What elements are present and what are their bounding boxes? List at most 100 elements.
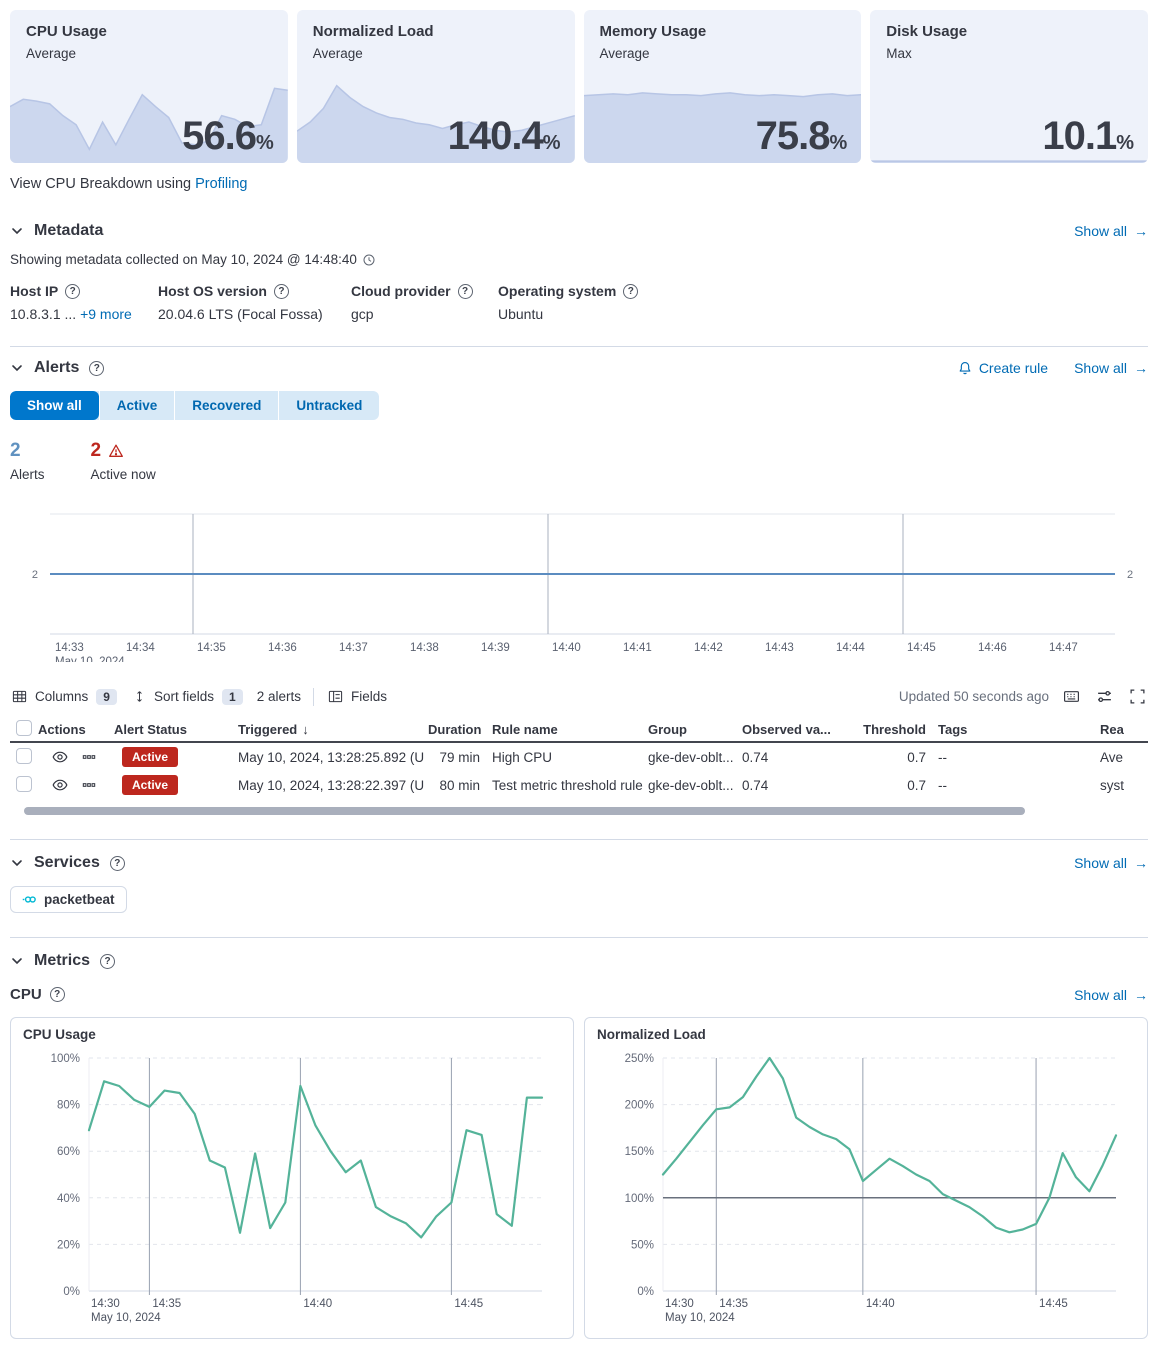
help-icon[interactable] xyxy=(100,954,115,969)
svg-text:14:40: 14:40 xyxy=(552,642,581,654)
rule-name-cell[interactable]: Test metric threshold rule xyxy=(492,778,648,793)
warning-icon xyxy=(108,443,124,459)
help-icon[interactable] xyxy=(65,284,80,299)
help-icon[interactable] xyxy=(274,284,289,299)
column-header-group[interactable]: Group xyxy=(648,722,742,737)
alert-status-cell: Active xyxy=(114,747,238,767)
column-header-triggered[interactable]: Triggered xyxy=(238,722,428,737)
chevron-down-icon[interactable] xyxy=(10,224,24,238)
svg-text:14:35: 14:35 xyxy=(152,1298,181,1310)
column-header-rule-name[interactable]: Rule name xyxy=(492,722,648,737)
chevron-down-icon[interactable] xyxy=(10,361,24,375)
fullscreen-button[interactable] xyxy=(1127,686,1148,707)
chevron-down-icon[interactable] xyxy=(10,856,24,870)
kpi-value-number: 140.4 xyxy=(448,114,543,158)
column-header-observed-va-[interactable]: Observed va... xyxy=(742,722,852,737)
columns-button[interactable]: Columns 9 xyxy=(10,687,119,707)
row-checkbox[interactable] xyxy=(16,776,32,792)
alerts-filter-recovered[interactable]: Recovered xyxy=(174,391,278,420)
select-all-checkbox[interactable] xyxy=(16,720,32,736)
threshold-cell: 0.7 xyxy=(852,750,938,765)
kpi-title: Normalized Load xyxy=(313,23,559,40)
kpi-value-number: 75.8 xyxy=(756,114,830,158)
alert-status-badge: Active xyxy=(122,747,178,767)
column-header-alert-status[interactable]: Alert Status xyxy=(114,722,238,737)
metadata-field-label: Operating system xyxy=(498,283,698,299)
metadata-collected-text: Showing metadata collected on May 10, 20… xyxy=(10,252,1148,267)
column-header-threshold[interactable]: Threshold xyxy=(852,722,938,737)
svg-text:14:47: 14:47 xyxy=(1049,642,1078,654)
svg-text:14:46: 14:46 xyxy=(978,642,1007,654)
kpi-card-disk-usage[interactable]: Disk UsageMax10.1% xyxy=(870,10,1148,163)
metrics-title: Metrics xyxy=(34,952,90,970)
metadata-field-operating-system: Operating system Ubuntu xyxy=(498,283,698,322)
alerts-section: Alerts Create rule Show all Show allActi… xyxy=(10,347,1148,839)
display-options-button[interactable] xyxy=(1094,686,1115,707)
alerts-table-toolbar: Columns 9 Sort fields 1 2 alerts Fields … xyxy=(10,686,1148,707)
actions-menu-icon[interactable] xyxy=(82,750,96,764)
profiling-link[interactable]: Profiling xyxy=(195,176,247,192)
columns-icon xyxy=(12,689,27,704)
group-cell[interactable]: gke-dev-oblt... xyxy=(648,778,742,793)
service-chip-packetbeat[interactable]: packetbeat xyxy=(10,886,127,913)
observed-value-cell: 0.74 xyxy=(742,778,852,793)
column-header-tags[interactable]: Tags xyxy=(938,722,1100,737)
column-header-rea[interactable]: Rea xyxy=(1100,722,1152,737)
metadata-field-value: Ubuntu xyxy=(498,306,698,322)
help-icon[interactable] xyxy=(458,284,473,299)
fields-icon xyxy=(328,689,343,704)
view-alert-eye-icon[interactable] xyxy=(52,749,68,765)
column-header-duration[interactable]: Duration xyxy=(428,722,492,737)
help-icon[interactable] xyxy=(110,856,125,871)
row-checkbox[interactable] xyxy=(16,748,32,764)
alerts-filter-show-all[interactable]: Show all xyxy=(10,391,99,420)
row-actions-cell xyxy=(38,777,114,793)
alerts-stats: 2 Alerts 2 Active now xyxy=(10,440,1148,482)
triggered-cell: May 10, 2024, 13:28:25.892 (U xyxy=(238,750,428,765)
actions-menu-icon[interactable] xyxy=(82,778,96,792)
kpi-card-normalized-load[interactable]: Normalized LoadAverage140.4% xyxy=(297,10,575,163)
create-rule-link[interactable]: Create rule xyxy=(958,360,1048,376)
help-icon[interactable] xyxy=(89,361,104,376)
metrics-show-all-link[interactable]: Show all xyxy=(1074,987,1148,1003)
cpu-subsection-title: CPU xyxy=(10,986,65,1003)
column-header-actions[interactable]: Actions xyxy=(38,722,114,737)
threshold-cell: 0.7 xyxy=(852,778,938,793)
sort-fields-button[interactable]: Sort fields 1 xyxy=(131,687,245,707)
alerts-filter-active[interactable]: Active xyxy=(99,391,175,420)
group-cell[interactable]: gke-dev-oblt... xyxy=(648,750,742,765)
metadata-show-all-link[interactable]: Show all xyxy=(1074,223,1148,239)
sort-icon xyxy=(133,690,146,703)
svg-text:14:30: 14:30 xyxy=(91,1298,120,1310)
alerts-show-all-link[interactable]: Show all xyxy=(1074,360,1148,376)
rule-name-cell[interactable]: High CPU xyxy=(492,750,648,765)
svg-text:60%: 60% xyxy=(57,1146,80,1158)
svg-text:80%: 80% xyxy=(57,1100,80,1112)
fields-button[interactable]: Fields xyxy=(326,687,389,706)
kpi-card-memory-usage[interactable]: Memory UsageAverage75.8% xyxy=(584,10,862,163)
alerts-count-label: 2 alerts xyxy=(257,689,301,704)
chevron-down-icon[interactable] xyxy=(10,954,24,968)
kpi-card-cpu-usage[interactable]: CPU UsageAverage56.6% xyxy=(10,10,288,163)
arrow-right-icon xyxy=(1134,855,1148,871)
metadata-field-label-text: Cloud provider xyxy=(351,283,451,299)
metrics-section: Metrics CPU Show all CPU Usage 100%80%60… xyxy=(10,938,1148,1339)
kpi-text: Disk UsageMax xyxy=(870,10,1148,61)
metadata-field-value: gcp xyxy=(351,306,498,322)
svg-text:May 10, 2024: May 10, 2024 xyxy=(91,1312,161,1324)
help-icon[interactable] xyxy=(623,284,638,299)
cpu-usage-chart-title: CPU Usage xyxy=(23,1027,569,1042)
svg-text:14:40: 14:40 xyxy=(303,1298,332,1310)
view-alert-eye-icon[interactable] xyxy=(52,777,68,793)
svg-text:14:39: 14:39 xyxy=(481,642,510,654)
alerts-filter-group: Show allActiveRecoveredUntracked xyxy=(10,391,379,420)
keyboard-shortcuts-button[interactable] xyxy=(1061,686,1082,707)
horizontal-scrollbar[interactable] xyxy=(24,807,1025,815)
help-icon[interactable] xyxy=(50,987,65,1002)
services-show-all-link[interactable]: Show all xyxy=(1074,855,1148,871)
metadata-field-value: 10.8.3.1 ... +9 more xyxy=(10,306,158,322)
metadata-more-link[interactable]: +9 more xyxy=(80,306,132,322)
svg-text:250%: 250% xyxy=(625,1053,654,1065)
alerts-filter-untracked[interactable]: Untracked xyxy=(278,391,379,420)
kpi-value: 56.6% xyxy=(182,114,274,159)
